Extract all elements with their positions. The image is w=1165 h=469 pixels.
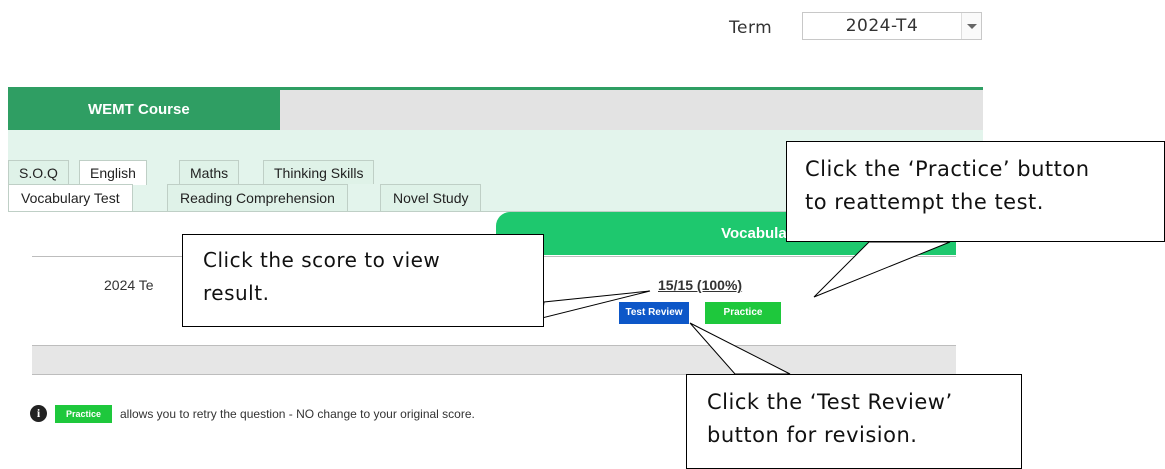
tab-maths[interactable]: Maths bbox=[179, 160, 240, 184]
info-circle-icon: i bbox=[30, 405, 47, 422]
tab-novel-study[interactable]: Novel Study bbox=[380, 184, 482, 211]
course-tab[interactable]: WEMT Course bbox=[8, 90, 280, 130]
tab-english[interactable]: English bbox=[79, 160, 147, 185]
score-callout-line2: result. bbox=[203, 281, 270, 305]
tab-thinking-skills[interactable]: Thinking Skills bbox=[263, 160, 375, 184]
test-row-label: 2024 Te bbox=[104, 277, 154, 293]
course-tab-strip bbox=[280, 90, 983, 130]
practice-callout-line1: Click the ‘Practice’ button bbox=[805, 157, 1090, 181]
practice-callout-line2: to reattempt the test. bbox=[805, 190, 1044, 214]
review-callout: Click the ‘Test Review’ button for revis… bbox=[686, 374, 1022, 469]
score-callout: Click the score to view result. bbox=[182, 234, 544, 327]
chevron-down-icon bbox=[967, 24, 977, 29]
practice-callout: Click the ‘Practice’ button to reattempt… bbox=[786, 141, 1165, 242]
score-callout-line1: Click the score to view bbox=[203, 248, 441, 272]
tab-vocabulary-test[interactable]: Vocabulary Test bbox=[8, 184, 133, 212]
review-callout-line2: button for revision. bbox=[707, 423, 918, 447]
tab-soq[interactable]: S.O.Q bbox=[8, 160, 69, 184]
term-label: Term bbox=[729, 18, 773, 38]
review-callout-line1: Click the ‘Test Review’ bbox=[707, 390, 953, 414]
score-link[interactable]: 15/15 (100%) bbox=[658, 277, 742, 293]
test-review-button[interactable]: Test Review bbox=[619, 302, 689, 324]
term-dropdown-button[interactable] bbox=[961, 13, 981, 39]
tab-reading-comprehension[interactable]: Reading Comprehension bbox=[167, 184, 348, 211]
table-footer-bar bbox=[32, 345, 956, 375]
practice-button[interactable]: Practice bbox=[705, 302, 781, 324]
term-select-value: 2024-T4 bbox=[845, 16, 919, 36]
term-select[interactable]: 2024-T4 bbox=[802, 12, 982, 40]
note-practice-badge: Practice bbox=[55, 405, 112, 423]
note-text: allows you to retry the question - NO ch… bbox=[120, 407, 475, 421]
